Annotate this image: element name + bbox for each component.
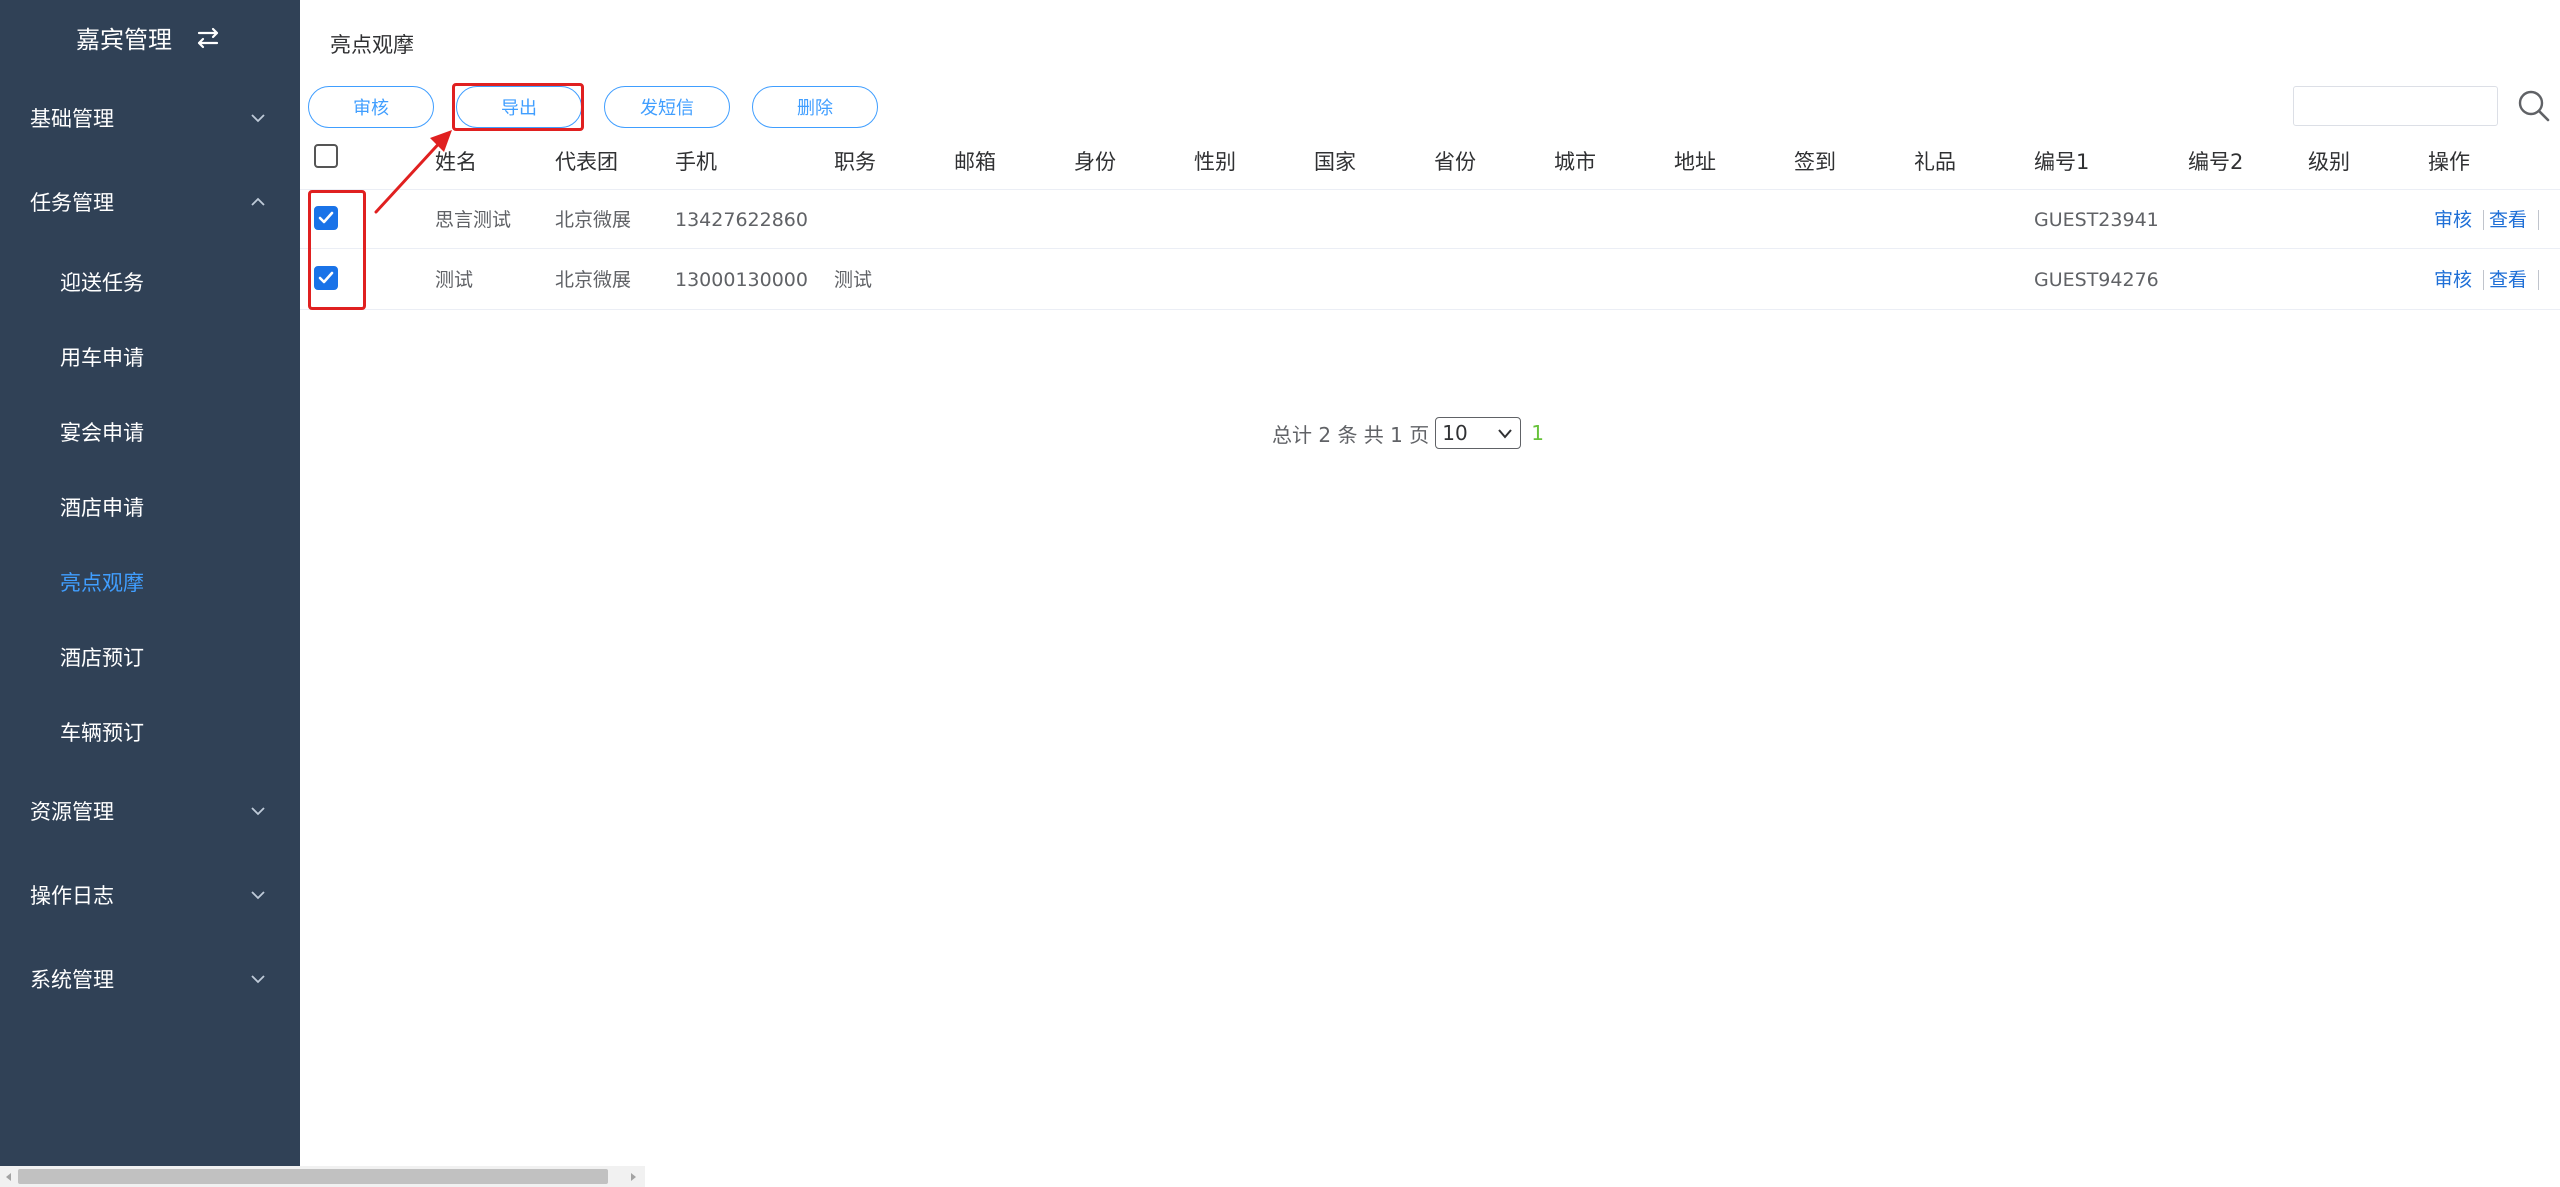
table-row: 思言测试 北京微展 13427622860 GUEST23941 审核 查看 <box>300 189 2560 249</box>
scroll-left-icon[interactable] <box>2 1170 16 1184</box>
row-view-link[interactable]: 查看 <box>2489 190 2527 250</box>
horizontal-scrollbar[interactable] <box>0 1166 645 1187</box>
page-size-select[interactable]: 10 <box>1435 417 1522 449</box>
action-divider <box>2483 210 2484 230</box>
annotation-arrow-icon <box>374 130 452 214</box>
column-header: 级别 <box>2308 150 2350 174</box>
column-header: 省份 <box>1434 150 1476 174</box>
sidebar-group-label: 资源管理 <box>30 800 114 824</box>
row-audit-link[interactable]: 审核 <box>2434 250 2472 310</box>
action-divider <box>2538 210 2539 230</box>
sidebar-item-vehicle-booking[interactable]: 车辆预订 <box>0 694 300 769</box>
search-input[interactable] <box>2293 86 2498 126</box>
action-divider <box>2538 270 2539 290</box>
sidebar-item-label: 亮点观摩 <box>60 570 144 595</box>
sidebar-group-basic[interactable]: 基础管理 <box>0 76 300 160</box>
column-header: 签到 <box>1794 150 1836 174</box>
chevron-down-icon <box>251 807 265 816</box>
column-header: 操作 <box>2428 150 2470 174</box>
column-header: 地址 <box>1674 150 1716 174</box>
page-size-value: 10 <box>1442 421 1468 445</box>
sidebar-group-log[interactable]: 操作日志 <box>0 853 300 937</box>
column-header: 编号1 <box>2034 150 2090 174</box>
sidebar-item-label: 车辆预订 <box>60 720 144 745</box>
pagination: 总计 2 条 共 1 页 10 1 <box>1272 415 1544 451</box>
sidebar-item-highlight-visit[interactable]: 亮点观摩 <box>0 544 300 619</box>
row-view-link[interactable]: 查看 <box>2489 250 2527 310</box>
sidebar-item-car-request[interactable]: 用车申请 <box>0 319 300 394</box>
column-header: 国家 <box>1314 150 1356 174</box>
app-root: 嘉宾管理 基础管理 任务管理 迎送任务 用车申请 宴会申请 酒店申请 亮点观摩 … <box>0 0 2560 1187</box>
sidebar-group-system[interactable]: 系统管理 <box>0 937 300 1021</box>
scroll-right-icon[interactable] <box>626 1170 640 1184</box>
row-audit-link[interactable]: 审核 <box>2434 190 2472 250</box>
column-header: 身份 <box>1074 150 1116 174</box>
breadcrumb: 亮点观摩 <box>330 33 414 57</box>
sidebar-item-hotel-booking[interactable]: 酒店预订 <box>0 619 300 694</box>
delete-button[interactable]: 删除 <box>752 86 878 128</box>
send-sms-button[interactable]: 发短信 <box>604 86 730 128</box>
table-row: 测试 北京微展 13000130000 测试 GUEST94276 审核 查看 <box>300 250 2560 310</box>
cell-name: 测试 <box>435 269 474 291</box>
sidebar-item-pickup-task[interactable]: 迎送任务 <box>0 244 300 319</box>
column-header: 性别 <box>1194 150 1236 174</box>
sidebar-brand: 嘉宾管理 <box>0 0 300 75</box>
sidebar-item-banquet-request[interactable]: 宴会申请 <box>0 394 300 469</box>
cell-position: 测试 <box>834 269 873 291</box>
table-header: 姓名 代表团 手机 职务 邮箱 身份 性别 国家 省份 城市 地址 签到 礼品 … <box>300 135 2560 189</box>
pagination-summary: 总计 2 条 共 1 页 <box>1272 422 1430 447</box>
app-title: 嘉宾管理 <box>76 26 172 54</box>
column-header: 礼品 <box>1914 150 1956 174</box>
column-header: 城市 <box>1554 150 1596 174</box>
column-header: 手机 <box>675 150 717 174</box>
collapse-toggle-icon[interactable] <box>192 22 224 54</box>
sidebar-group-label: 任务管理 <box>30 191 114 215</box>
column-header: 代表团 <box>555 150 618 174</box>
sidebar-item-label: 迎送任务 <box>60 270 144 295</box>
chevron-down-icon <box>1498 429 1513 439</box>
cell-delegation: 北京微展 <box>555 269 632 291</box>
sidebar-item-hotel-request[interactable]: 酒店申请 <box>0 469 300 544</box>
cell-delegation: 北京微展 <box>555 209 632 231</box>
search-icon[interactable] <box>2516 88 2552 124</box>
chevron-down-icon <box>251 891 265 900</box>
annotation-export-highlight <box>452 83 584 131</box>
sidebar-group-label: 系统管理 <box>30 968 114 992</box>
cell-phone: 13000130000 <box>675 269 808 291</box>
chevron-up-icon <box>251 197 265 206</box>
sidebar-group-label: 基础管理 <box>30 107 114 131</box>
sidebar-item-label: 宴会申请 <box>60 420 144 445</box>
sidebar-group-task[interactable]: 任务管理 <box>0 160 300 244</box>
column-header: 编号2 <box>2188 150 2244 174</box>
column-header: 职务 <box>834 150 876 174</box>
sidebar-group-label: 操作日志 <box>30 884 114 908</box>
annotation-checkbox-highlight <box>308 190 366 310</box>
sidebar-item-label: 酒店预订 <box>60 645 144 670</box>
column-header: 邮箱 <box>954 150 996 174</box>
sidebar: 嘉宾管理 基础管理 任务管理 迎送任务 用车申请 宴会申请 酒店申请 亮点观摩 … <box>0 0 300 1166</box>
cell-code1: GUEST23941 <box>2034 209 2159 231</box>
chevron-down-icon <box>251 114 265 123</box>
chevron-down-icon <box>251 975 265 984</box>
action-divider <box>2483 270 2484 290</box>
sidebar-group-resource[interactable]: 资源管理 <box>0 769 300 853</box>
sidebar-item-label: 用车申请 <box>60 345 144 370</box>
select-all-checkbox[interactable] <box>314 144 338 168</box>
sidebar-item-label: 酒店申请 <box>60 495 144 520</box>
main-content: 亮点观摩 审核 导出 发短信 删除 姓名 代表团 手机 职务 邮箱 身份 性别 … <box>300 0 2560 1166</box>
cell-code1: GUEST94276 <box>2034 269 2159 291</box>
page-number[interactable]: 1 <box>1531 421 1544 445</box>
cell-phone: 13427622860 <box>675 209 808 231</box>
scrollbar-thumb[interactable] <box>18 1169 608 1184</box>
